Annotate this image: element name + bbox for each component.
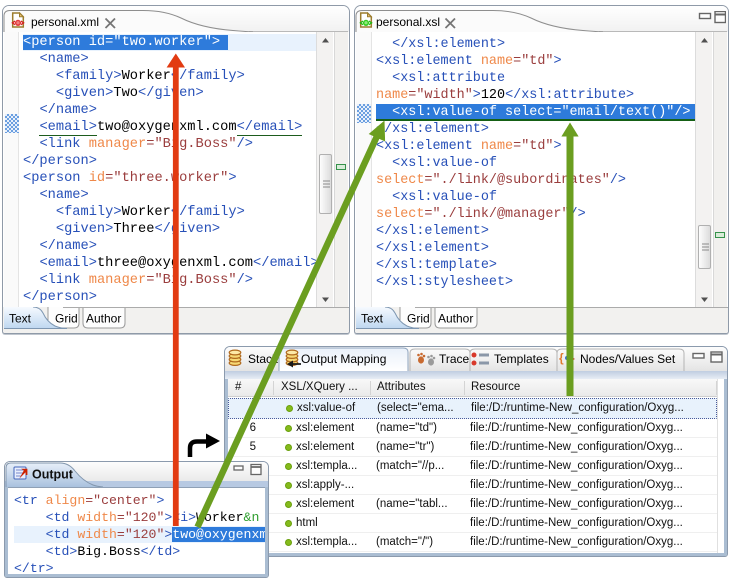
svg-text:Text: Text — [361, 312, 384, 326]
svg-text:Trace: Trace — [439, 352, 470, 366]
svg-text:Author: Author — [438, 312, 473, 326]
svg-text:{: { — [559, 351, 564, 365]
svg-text:Grid: Grid — [407, 312, 430, 326]
svg-text:Grid: Grid — [55, 312, 78, 326]
svg-text:Stack: Stack — [248, 352, 279, 366]
svg-text:Templates: Templates — [494, 352, 549, 366]
svg-text:Nodes/Values Set: Nodes/Values Set — [580, 352, 676, 366]
svg-text:Text: Text — [9, 312, 32, 326]
svg-text:Output: Output — [32, 468, 74, 482]
svg-text:Output Mapping: Output Mapping — [301, 352, 386, 366]
svg-text:}: } — [570, 351, 575, 365]
svg-text:Author: Author — [86, 312, 121, 326]
